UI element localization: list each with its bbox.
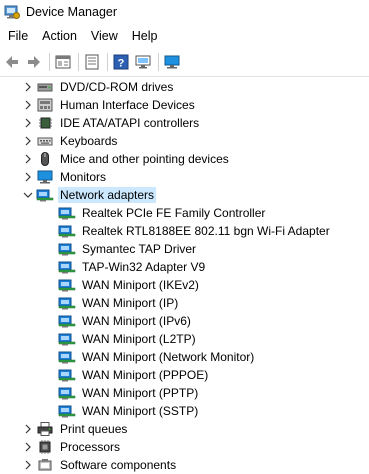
network-adapter-label: WAN Miniport (L2TP) <box>82 332 196 346</box>
update-driver-icon[interactable] <box>83 53 101 71</box>
network-adapter-icon <box>58 259 76 275</box>
menu-help[interactable]: Help <box>126 29 164 43</box>
chevron-right-icon[interactable] <box>20 96 36 114</box>
tree-item-label: Network adapters <box>58 187 157 203</box>
network-adapter-label: WAN Miniport (PPTP) <box>82 386 199 400</box>
tree-item-label: Processors <box>60 440 121 454</box>
network-adapter-label: WAN Miniport (IP) <box>82 296 179 310</box>
toolbar: ? <box>0 48 369 77</box>
chevron-right-icon[interactable] <box>20 150 36 168</box>
menu-file[interactable]: File <box>2 29 34 43</box>
tree-item-label: Human Interface Devices <box>60 98 195 112</box>
properties-icon[interactable] <box>54 53 72 71</box>
network-adapter-item[interactable]: Symantec TAP Driver <box>0 240 369 258</box>
chevron-right-icon[interactable] <box>20 456 36 474</box>
network-adapter-item[interactable]: TAP-Win32 Adapter V9 <box>0 258 369 276</box>
help-icon[interactable]: ? <box>112 53 130 71</box>
tree-item-label: Mice and other pointing devices <box>60 152 229 166</box>
software-component-icon <box>36 457 54 473</box>
printer-icon <box>36 421 54 437</box>
network-adapter-label: Symantec TAP Driver <box>82 242 197 256</box>
tree-item-label: IDE ATA/ATAPI controllers <box>60 116 200 130</box>
network-adapter-item[interactable]: WAN Miniport (IP) <box>0 294 369 312</box>
chevron-right-icon[interactable] <box>20 438 36 456</box>
network-adapter-label: WAN Miniport (IPv6) <box>82 314 191 328</box>
toolbar-separator <box>107 53 108 71</box>
svg-text:?: ? <box>118 58 125 70</box>
processor-icon <box>36 439 54 455</box>
network-adapter-icon <box>58 223 76 239</box>
network-adapter-icon <box>58 241 76 257</box>
network-adapter-item[interactable]: Realtek PCIe FE Family Controller <box>0 204 369 222</box>
network-adapter-icon <box>58 205 76 221</box>
scan-hardware-icon[interactable] <box>134 53 152 71</box>
network-adapter-icon <box>58 367 76 383</box>
monitor-icon <box>36 169 54 185</box>
back-icon[interactable] <box>3 53 21 71</box>
hid-icon <box>36 97 54 113</box>
dvd-drive-icon <box>36 79 54 95</box>
tree-item-mice-and-pointing-devices[interactable]: Mice and other pointing devices <box>0 150 369 168</box>
network-adapter-icon <box>58 277 76 293</box>
chevron-down-icon[interactable] <box>20 186 36 204</box>
network-adapter-icon <box>58 385 76 401</box>
network-adapter-label: WAN Miniport (IKEv2) <box>82 278 199 292</box>
device-tree: DVD/CD-ROM drives Human Interface Device… <box>0 78 369 474</box>
toolbar-separator <box>78 53 79 71</box>
tree-item-software-components[interactable]: Software components <box>0 456 369 474</box>
network-adapter-label: Realtek PCIe FE Family Controller <box>82 206 266 220</box>
monitor-icon[interactable] <box>163 53 181 71</box>
menu-bar: File Action View Help <box>0 24 369 48</box>
tree-item-dvd-cd-rom-drives[interactable]: DVD/CD-ROM drives <box>0 78 369 96</box>
network-adapter-icon <box>58 295 76 311</box>
network-adapter-label: WAN Miniport (SSTP) <box>82 404 199 418</box>
tree-item-keyboards[interactable]: Keyboards <box>0 132 369 150</box>
device-manager-app-icon <box>4 4 20 20</box>
network-adapter-item[interactable]: WAN Miniport (PPPOE) <box>0 366 369 384</box>
tree-item-label: Software components <box>60 458 177 472</box>
network-adapter-item[interactable]: WAN Miniport (IKEv2) <box>0 276 369 294</box>
toolbar-separator <box>49 53 50 71</box>
tree-item-label: Print queues <box>60 422 128 436</box>
mouse-icon <box>36 151 54 167</box>
network-adapter-item[interactable]: WAN Miniport (Network Monitor) <box>0 348 369 366</box>
tree-item-processors[interactable]: Processors <box>0 438 369 456</box>
chevron-right-icon[interactable] <box>20 132 36 150</box>
network-adapter-item[interactable]: WAN Miniport (PPTP) <box>0 384 369 402</box>
tree-item-human-interface-devices[interactable]: Human Interface Devices <box>0 96 369 114</box>
network-adapter-label: WAN Miniport (Network Monitor) <box>82 350 255 364</box>
window-title: Device Manager <box>26 5 118 19</box>
ide-controller-icon <box>36 115 54 131</box>
chevron-right-icon[interactable] <box>20 114 36 132</box>
network-adapter-icon <box>58 313 76 329</box>
network-adapter-icon <box>36 187 54 203</box>
tree-item-label: DVD/CD-ROM drives <box>60 80 174 94</box>
menu-view[interactable]: View <box>85 29 124 43</box>
menu-action[interactable]: Action <box>36 29 83 43</box>
network-adapter-list: Realtek PCIe FE Family Controller Realtek… <box>0 204 369 420</box>
tree-item-monitors[interactable]: Monitors <box>0 168 369 186</box>
network-adapter-item[interactable]: Realtek RTL8188EE 802.11 bgn Wi-Fi Adapt… <box>0 222 369 240</box>
network-adapter-icon <box>58 403 76 419</box>
title-bar: Device Manager <box>0 0 369 24</box>
network-adapter-icon <box>58 331 76 347</box>
network-adapter-label: Realtek RTL8188EE 802.11 bgn Wi-Fi Adapt… <box>82 224 330 238</box>
toolbar-separator <box>158 53 159 71</box>
chevron-right-icon[interactable] <box>20 78 36 96</box>
tree-item-label: Keyboards <box>60 134 118 148</box>
forward-icon[interactable] <box>25 53 43 71</box>
network-adapter-label: TAP-Win32 Adapter V9 <box>82 260 206 274</box>
network-adapter-item[interactable]: WAN Miniport (SSTP) <box>0 402 369 420</box>
tree-item-network-adapters[interactable]: Network adapters <box>0 186 369 204</box>
tree-item-print-queues[interactable]: Print queues <box>0 420 369 438</box>
network-adapter-label: WAN Miniport (PPPOE) <box>82 368 209 382</box>
keyboard-icon <box>36 133 54 149</box>
network-adapter-icon <box>58 349 76 365</box>
network-adapter-item[interactable]: WAN Miniport (L2TP) <box>0 330 369 348</box>
chevron-right-icon[interactable] <box>20 168 36 186</box>
tree-item-ide-ata-atapi-controllers[interactable]: IDE ATA/ATAPI controllers <box>0 114 369 132</box>
tree-item-label: Monitors <box>60 170 107 184</box>
chevron-right-icon[interactable] <box>20 420 36 438</box>
network-adapter-item[interactable]: WAN Miniport (IPv6) <box>0 312 369 330</box>
